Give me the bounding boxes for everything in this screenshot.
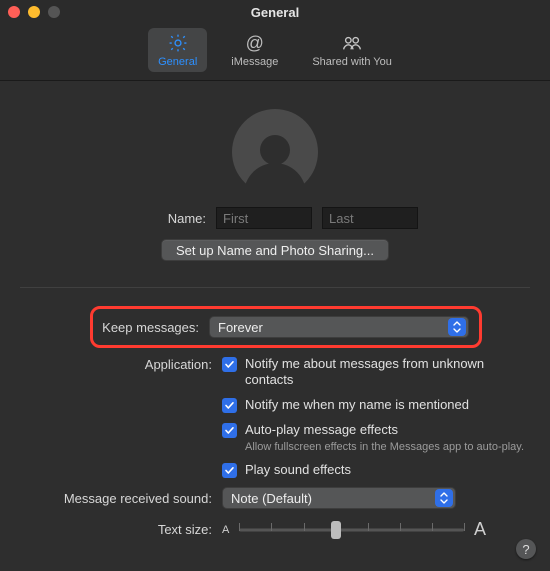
sound-effects-label: Play sound effects: [245, 462, 351, 478]
text-size-slider[interactable]: [239, 520, 464, 540]
notify-mention-checkbox[interactable]: [222, 398, 237, 413]
application-label: Application:: [20, 356, 222, 372]
first-name-input[interactable]: [216, 207, 312, 229]
text-size-large-indicator: A: [474, 519, 486, 540]
tab-general[interactable]: General: [148, 28, 207, 72]
keep-messages-highlight: Keep messages: Forever: [90, 306, 482, 348]
setup-name-photo-button[interactable]: Set up Name and Photo Sharing...: [161, 239, 389, 261]
sound-value: Note (Default): [231, 491, 312, 506]
tab-imessage[interactable]: @ iMessage: [221, 28, 288, 72]
tab-label: Shared with You: [312, 56, 392, 68]
notify-mention-label: Notify me when my name is mentioned: [245, 397, 469, 413]
sound-select[interactable]: Note (Default): [222, 487, 456, 509]
gear-icon: [167, 32, 189, 54]
text-size-small-indicator: A: [222, 524, 229, 536]
window-controls: [8, 6, 60, 18]
sound-label: Message received sound:: [20, 491, 222, 506]
at-icon: @: [244, 32, 266, 54]
toolbar-tabs: General @ iMessage Shared with You: [0, 24, 550, 81]
tab-label: iMessage: [231, 56, 278, 68]
tab-label: General: [158, 56, 197, 68]
tab-shared-with-you[interactable]: Shared with You: [302, 28, 402, 72]
notify-unknown-label: Notify me about messages from unknown co…: [245, 356, 530, 388]
titlebar: General: [0, 0, 550, 24]
slider-thumb[interactable]: [331, 521, 341, 539]
keep-messages-value: Forever: [218, 320, 263, 335]
zoom-window-button[interactable]: [48, 6, 60, 18]
sound-effects-checkbox[interactable]: [222, 463, 237, 478]
section-divider: [20, 287, 530, 288]
people-icon: [341, 32, 363, 54]
minimize-window-button[interactable]: [28, 6, 40, 18]
help-button[interactable]: ?: [516, 539, 536, 559]
keep-messages-select[interactable]: Forever: [209, 316, 469, 338]
autoplay-sublabel: Allow fullscreen effects in the Messages…: [245, 441, 524, 453]
text-size-label: Text size:: [20, 522, 222, 537]
notify-unknown-checkbox[interactable]: [222, 357, 237, 372]
slider-track: [239, 528, 464, 531]
autoplay-label: Auto-play message effects: [245, 422, 524, 438]
window-title: General: [0, 5, 550, 20]
autoplay-checkbox[interactable]: [222, 423, 237, 438]
name-label: Name:: [20, 211, 216, 226]
avatar-placeholder[interactable]: [232, 109, 318, 195]
chevron-up-down-icon: [448, 318, 466, 336]
last-name-input[interactable]: [322, 207, 418, 229]
chevron-up-down-icon: [435, 489, 453, 507]
keep-messages-label: Keep messages:: [93, 320, 209, 335]
close-window-button[interactable]: [8, 6, 20, 18]
